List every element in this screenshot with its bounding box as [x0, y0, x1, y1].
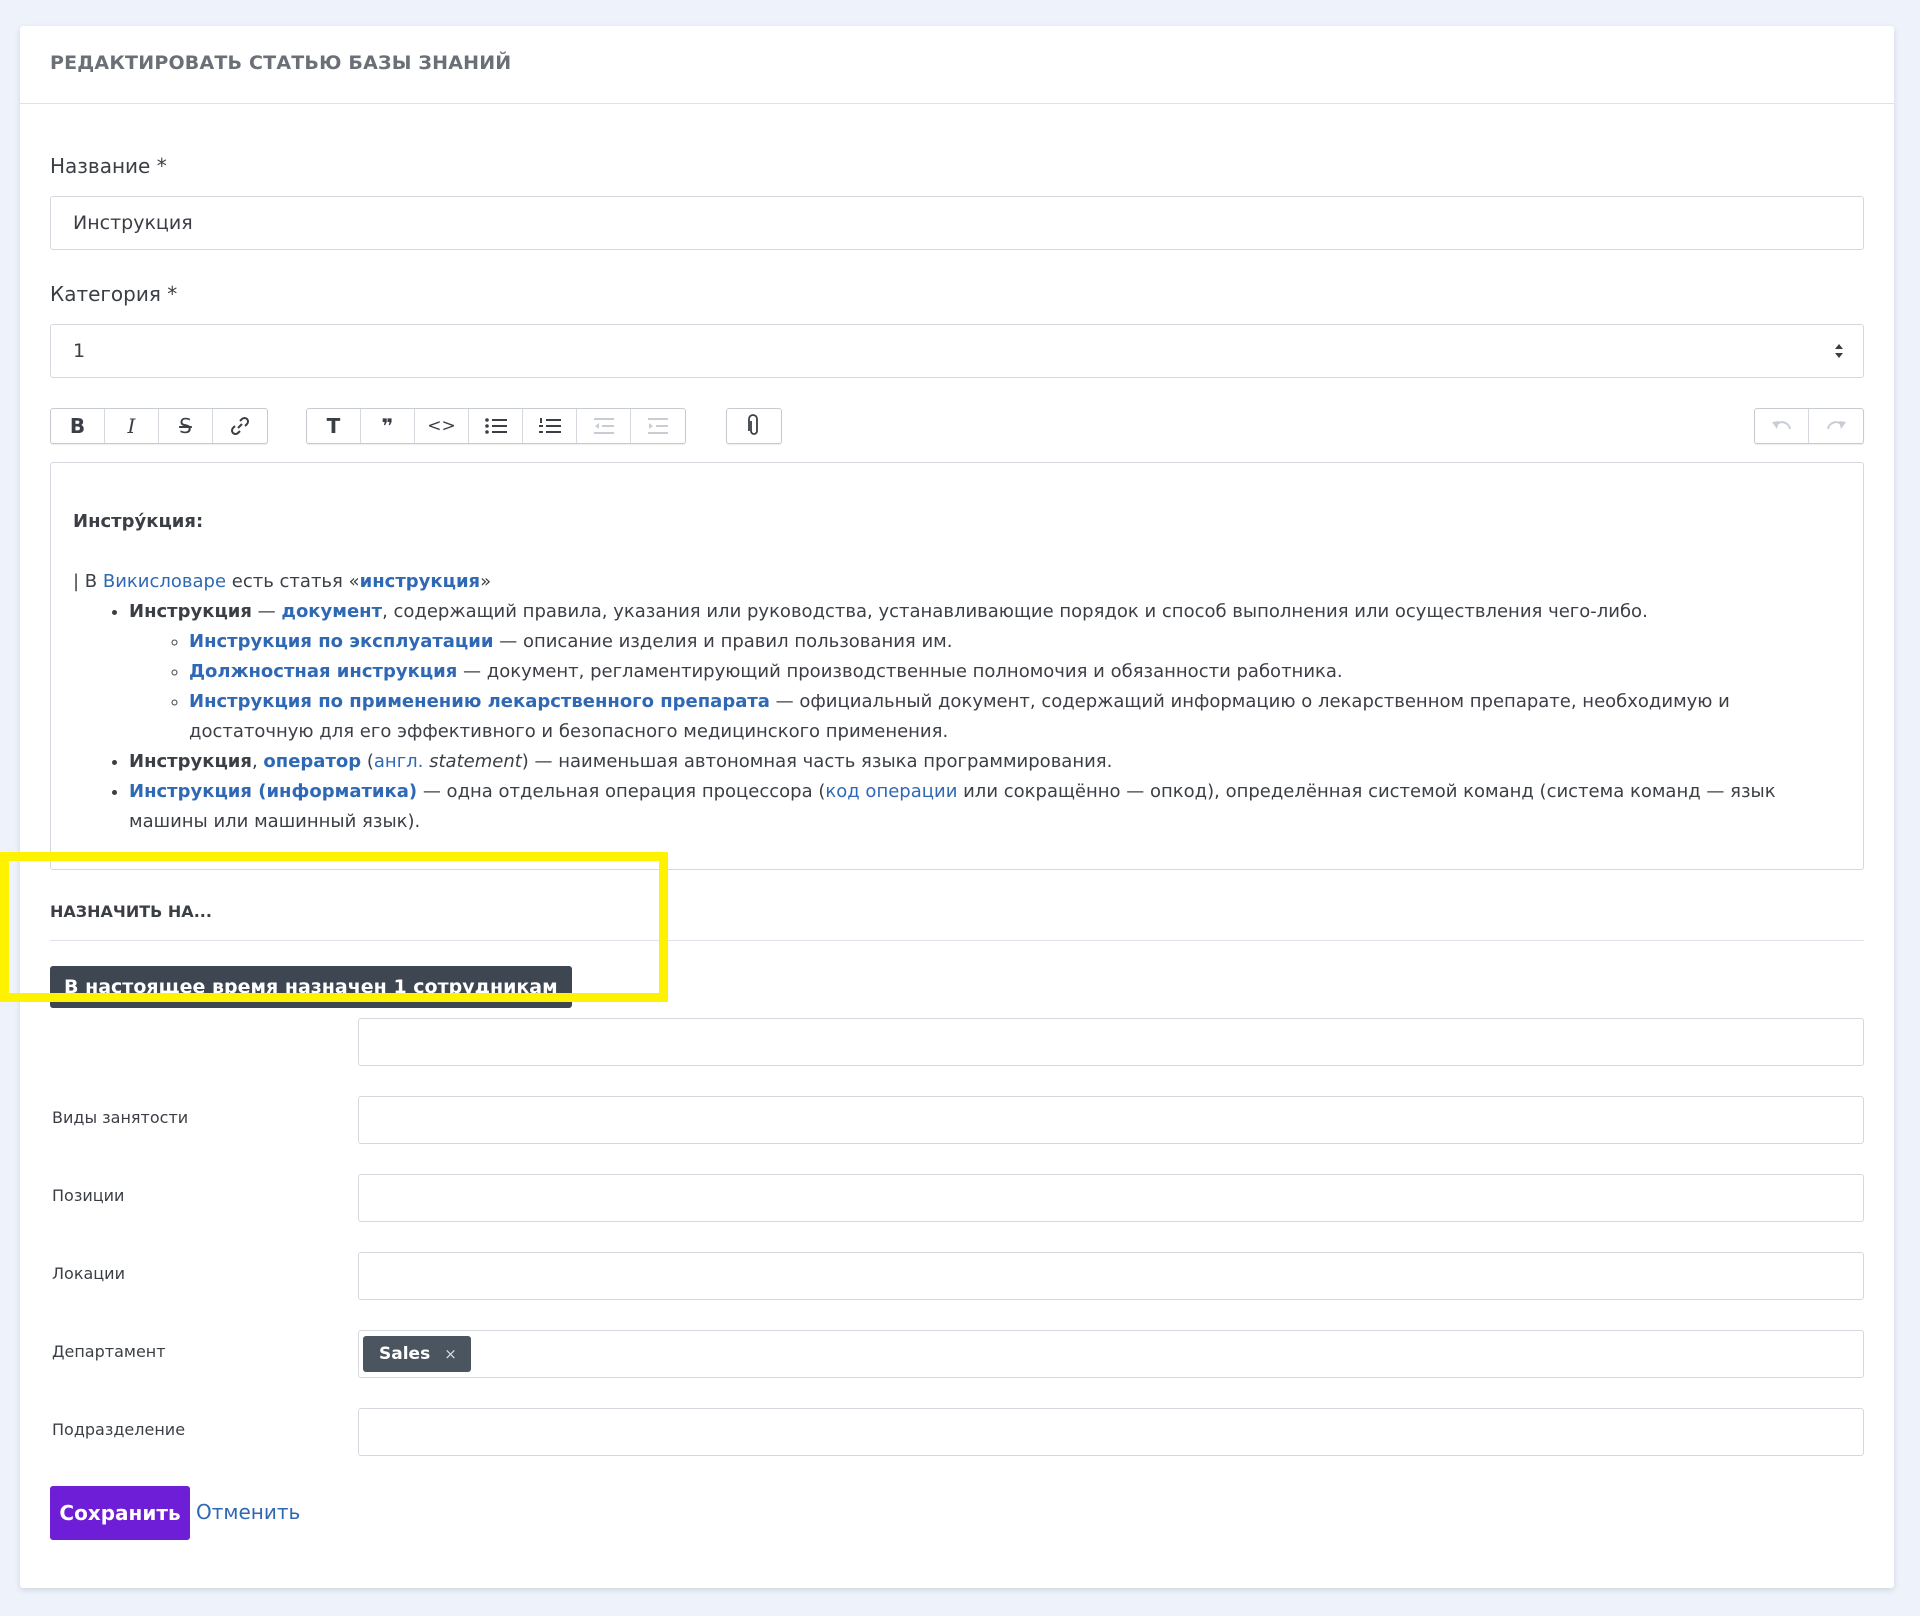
wiki-end: »	[480, 571, 492, 592]
name-label: Название *	[50, 154, 167, 178]
edit-article-card: РЕДАКТИРОВАТЬ СТАТЬЮ БАЗЫ ЗНАНИЙ Названи…	[20, 26, 1894, 1588]
department-tag-label: Sales	[379, 1344, 431, 1364]
bullet-list-button[interactable]	[469, 409, 523, 443]
document-link[interactable]: документ	[281, 601, 382, 622]
category-label: Категория *	[50, 282, 178, 306]
heading-button[interactable]: T	[307, 409, 361, 443]
department-tag: Sales ×	[363, 1336, 471, 1372]
list-item: Должностная инструкция — документ, регла…	[189, 657, 1841, 687]
operator-link[interactable]: оператор	[263, 751, 361, 772]
bold-button[interactable]: B	[51, 409, 105, 443]
tag-remove-icon[interactable]: ×	[444, 1336, 457, 1372]
strikethrough-button[interactable]: S	[159, 409, 213, 443]
li2-comma: ,	[251, 751, 264, 772]
code-button[interactable]: <>	[415, 409, 469, 443]
category-value: 1	[73, 340, 86, 362]
attach-button[interactable]	[727, 409, 781, 443]
sub1-link[interactable]: Инструкция по эксплуатации	[189, 631, 494, 652]
outdent-icon	[593, 418, 614, 434]
name-input[interactable]: Инструкция	[50, 196, 1864, 250]
content-editor[interactable]: Инстру́кция: | В Викисловаре есть статья…	[50, 462, 1864, 870]
informatics-link[interactable]: Инструкция (информатика)	[129, 781, 417, 802]
subdivision-input[interactable]	[358, 1408, 1864, 1456]
link-button[interactable]	[213, 409, 267, 443]
numbered-list-button[interactable]	[523, 409, 577, 443]
toolbar-block-group: T ❞ <>	[306, 408, 686, 444]
wiki-mid: есть статья «	[226, 571, 360, 592]
list-item: Инструкция, оператор (англ. statement) —…	[129, 747, 1841, 777]
list-item: Инструкция (информатика) — одна отдельна…	[129, 777, 1841, 837]
department-input[interactable]: Sales ×	[358, 1330, 1864, 1378]
list-item: Инструкция — документ, содержащий правил…	[129, 597, 1841, 747]
list-item: Инструкция по применению лекарственного …	[189, 687, 1841, 747]
editor-heading: Инстру́кция:	[73, 511, 204, 532]
assign-field-1[interactable]	[358, 1018, 1864, 1066]
li1-text: , содержащий правила, указания или руков…	[382, 601, 1648, 622]
redo-icon	[1827, 421, 1846, 430]
employment-types-input[interactable]	[358, 1096, 1864, 1144]
li2-term: statement	[429, 751, 522, 772]
li1-bold: Инструкция	[129, 601, 252, 622]
indent-button[interactable]	[631, 409, 685, 443]
category-select[interactable]: 1	[50, 324, 1864, 378]
positions-input[interactable]	[358, 1174, 1864, 1222]
link-icon	[230, 416, 250, 436]
toolbar-format-group: B I S	[50, 408, 268, 444]
paperclip-icon	[748, 414, 758, 435]
bullet-list-icon	[484, 418, 507, 434]
sub2-link[interactable]: Должностная инструкция	[189, 661, 457, 682]
undo-icon	[1771, 421, 1791, 430]
li2-open: (	[361, 751, 374, 772]
employment-types-label: Виды занятости	[52, 1108, 189, 1127]
li2-bold: Инструкция	[129, 751, 252, 772]
department-label: Департамент	[52, 1342, 166, 1361]
numbered-list-icon	[538, 418, 561, 433]
redo-button[interactable]	[1809, 409, 1863, 443]
page-title: РЕДАКТИРОВАТЬ СТАТЬЮ БАЗЫ ЗНАНИЙ	[50, 52, 512, 74]
li3-text1: — одна отдельная операция процессора (	[417, 781, 826, 802]
opcode-link[interactable]: код операции	[825, 781, 957, 802]
wiki-prefix: | В	[73, 571, 103, 592]
locations-input[interactable]	[358, 1252, 1864, 1300]
subdivision-label: Подразделение	[52, 1420, 186, 1439]
toolbar-attach-group	[726, 408, 782, 444]
sub-list: Инструкция по эксплуатации — описание из…	[189, 627, 1841, 747]
undo-button[interactable]	[1755, 409, 1809, 443]
italic-button[interactable]: I	[105, 409, 159, 443]
wiki-article-link[interactable]: инструкция	[360, 571, 481, 592]
card-header: РЕДАКТИРОВАТЬ СТАТЬЮ БАЗЫ ЗНАНИЙ	[20, 26, 1894, 104]
wiki-link[interactable]: Викисловаре	[103, 571, 226, 592]
highlight-annotation	[0, 852, 668, 1002]
save-button[interactable]: Сохранить	[50, 1486, 190, 1540]
definition-list: Инструкция — документ, содержащий правил…	[129, 597, 1841, 837]
wiki-note: | В Викисловаре есть статья «инструкция»	[73, 567, 1841, 597]
list-item: Инструкция по эксплуатации — описание из…	[189, 627, 1841, 657]
locations-label: Локации	[52, 1264, 125, 1283]
sub1-text: — описание изделия и правил пользования …	[493, 631, 953, 652]
positions-label: Позиции	[52, 1186, 125, 1205]
select-arrows-icon	[1835, 344, 1843, 358]
toolbar-history-group	[1754, 408, 1864, 444]
li2-text: ) — наименьшая автономная часть языка пр…	[521, 751, 1113, 772]
indent-icon	[648, 418, 668, 434]
li1-dash: —	[251, 601, 282, 622]
lang-link[interactable]: англ.	[374, 751, 423, 772]
cancel-link[interactable]: Отменить	[196, 1500, 300, 1524]
outdent-button[interactable]	[577, 409, 631, 443]
sub2-text: — документ, регламентирующий производств…	[457, 661, 1343, 682]
sub3-link[interactable]: Инструкция по применению лекарственного …	[189, 691, 770, 712]
quote-button[interactable]: ❞	[361, 409, 415, 443]
